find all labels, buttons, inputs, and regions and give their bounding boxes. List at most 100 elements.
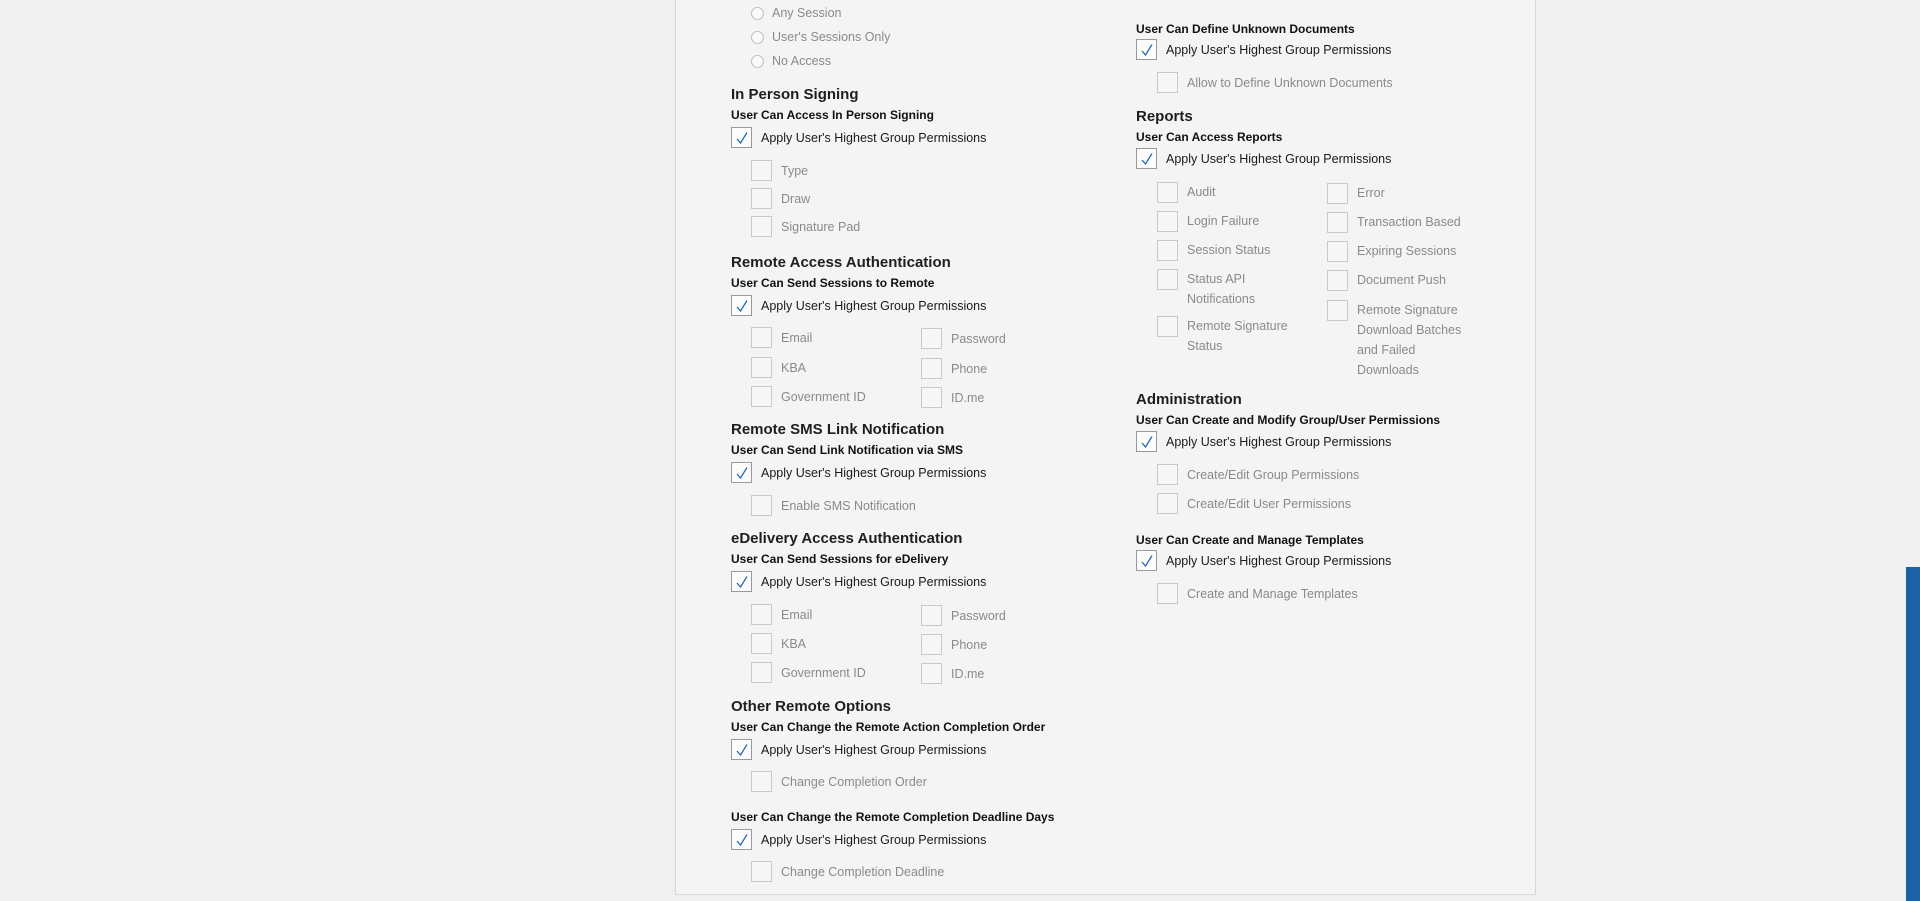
checkbox-edelivery-idme[interactable]: ID.me xyxy=(921,663,984,684)
checkbox-report-expiring-sessions[interactable]: Expiring Sessions xyxy=(1327,241,1477,262)
checkbox[interactable] xyxy=(1327,300,1348,321)
checkbox[interactable] xyxy=(1327,212,1348,233)
apply-highest-completion-deadline[interactable]: Apply User's Highest Group Permissions xyxy=(731,829,986,850)
checkbox[interactable] xyxy=(1136,148,1157,169)
checkbox[interactable] xyxy=(751,160,772,181)
checkbox-type[interactable]: Type xyxy=(751,160,808,181)
radio-users-sessions-only[interactable]: User's Sessions Only xyxy=(751,30,890,44)
checkbox[interactable] xyxy=(751,188,772,209)
checkbox-signature-pad[interactable]: Signature Pad xyxy=(751,216,860,237)
checkbox-allow-unknown-docs[interactable]: Allow to Define Unknown Documents xyxy=(1157,72,1393,93)
apply-highest-administration[interactable]: Apply User's Highest Group Permissions xyxy=(1136,431,1391,452)
checkbox-edit-group-permissions[interactable]: Create/Edit Group Permissions xyxy=(1157,464,1359,485)
checkbox[interactable] xyxy=(1136,550,1157,571)
checkbox-edelivery-phone[interactable]: Phone xyxy=(921,634,987,655)
checkbox-enable-sms[interactable]: Enable SMS Notification xyxy=(751,495,916,516)
checkbox[interactable] xyxy=(1327,270,1348,291)
checkbox-report-error[interactable]: Error xyxy=(1327,183,1477,204)
checkbox[interactable] xyxy=(1136,39,1157,60)
apply-highest-in-person[interactable]: Apply User's Highest Group Permissions xyxy=(731,127,986,148)
checkbox-label: Status API Notifications xyxy=(1187,272,1256,306)
checkbox[interactable] xyxy=(751,357,772,378)
checkbox[interactable] xyxy=(751,216,772,237)
checkbox-report-transaction-based[interactable]: Transaction Based xyxy=(1327,212,1477,233)
checkbox[interactable] xyxy=(921,663,942,684)
radio-button[interactable] xyxy=(751,30,764,44)
checkbox[interactable] xyxy=(731,127,752,148)
checkbox-edelivery-government-id[interactable]: Government ID xyxy=(751,662,866,683)
checkbox-remote-phone[interactable]: Phone xyxy=(921,358,987,379)
checkbox-report-remote-signature-status[interactable]: Remote Signature Status xyxy=(1157,316,1297,356)
checkbox-report-login-failure[interactable]: Login Failure xyxy=(1157,211,1307,232)
apply-highest-remote-auth[interactable]: Apply User's Highest Group Permissions xyxy=(731,295,986,316)
checkbox[interactable] xyxy=(1157,72,1178,93)
checkbox[interactable] xyxy=(1157,493,1178,514)
checkbox-draw[interactable]: Draw xyxy=(751,188,810,209)
checkbox[interactable] xyxy=(751,604,772,625)
checkbox[interactable] xyxy=(731,462,752,483)
checkbox[interactable] xyxy=(1157,583,1178,604)
checkbox-report-audit[interactable]: Audit xyxy=(1157,182,1307,203)
checkbox[interactable] xyxy=(921,605,942,626)
checkbox-label: Signature Pad xyxy=(781,219,861,234)
checkbox[interactable] xyxy=(751,386,772,407)
checkbox[interactable] xyxy=(1157,240,1178,261)
checkbox[interactable] xyxy=(1327,183,1348,204)
checkbox[interactable] xyxy=(751,861,772,882)
checkbox[interactable] xyxy=(731,739,752,760)
checkbox-label: Remote Signature Download Batches and Fa… xyxy=(1357,303,1462,377)
checkbox[interactable] xyxy=(921,358,942,379)
checkbox-edelivery-email[interactable]: Email xyxy=(751,604,812,625)
apply-highest-unknown-docs[interactable]: Apply User's Highest Group Permissions xyxy=(1136,39,1391,60)
apply-highest-sms[interactable]: Apply User's Highest Group Permissions xyxy=(731,462,986,483)
checkbox[interactable] xyxy=(921,328,942,349)
checkbox[interactable] xyxy=(751,495,772,516)
apply-highest-reports[interactable]: Apply User's Highest Group Permissions xyxy=(1136,148,1391,169)
checkbox-report-remote-signature-download[interactable]: Remote Signature Download Batches and Fa… xyxy=(1327,300,1477,380)
apply-highest-completion-order[interactable]: Apply User's Highest Group Permissions xyxy=(731,739,986,760)
checkbox[interactable] xyxy=(1157,182,1178,203)
checkbox[interactable] xyxy=(731,829,752,850)
checkbox[interactable] xyxy=(1157,269,1178,290)
checkbox-report-session-status[interactable]: Session Status xyxy=(1157,240,1307,261)
checkbox[interactable] xyxy=(921,634,942,655)
checkbox[interactable] xyxy=(731,295,752,316)
checkbox[interactable] xyxy=(1136,431,1157,452)
checkbox[interactable] xyxy=(751,327,772,348)
radio-any-session[interactable]: Any Session xyxy=(751,6,841,20)
checkbox-edelivery-password[interactable]: Password xyxy=(921,605,1006,626)
checkbox[interactable] xyxy=(731,571,752,592)
checkbox-edit-user-permissions[interactable]: Create/Edit User Permissions xyxy=(1157,493,1351,514)
checkbox[interactable] xyxy=(1157,464,1178,485)
checkbox[interactable] xyxy=(1327,241,1348,262)
subtitle-modify-permissions: User Can Create and Modify Group/User Pe… xyxy=(1136,413,1441,427)
radio-label: Any Session xyxy=(772,6,842,20)
checkbox[interactable] xyxy=(751,633,772,654)
checkbox-create-manage-templates[interactable]: Create and Manage Templates xyxy=(1157,583,1358,604)
checkbox-remote-password[interactable]: Password xyxy=(921,328,1006,349)
checkbox-remote-idme[interactable]: ID.me xyxy=(921,387,984,408)
checkbox-change-completion-order[interactable]: Change Completion Order xyxy=(751,771,927,792)
apply-highest-templates[interactable]: Apply User's Highest Group Permissions xyxy=(1136,550,1391,571)
radio-button[interactable] xyxy=(751,54,764,68)
checkbox-change-completion-deadline[interactable]: Change Completion Deadline xyxy=(751,861,944,882)
checkbox-remote-email[interactable]: Email xyxy=(751,327,812,348)
subtitle-edelivery: User Can Send Sessions for eDelivery xyxy=(731,552,949,566)
checkbox-edelivery-kba[interactable]: KBA xyxy=(751,633,806,654)
checkbox-report-document-push[interactable]: Document Push xyxy=(1327,270,1477,291)
checkbox[interactable] xyxy=(751,662,772,683)
checkbox-remote-government-id[interactable]: Government ID xyxy=(751,386,866,407)
checkbox[interactable] xyxy=(1157,316,1178,337)
checkbox-label: Create and Manage Templates xyxy=(1187,586,1358,601)
checkbox-label: Email xyxy=(781,607,813,622)
checkbox[interactable] xyxy=(1157,211,1178,232)
scrollbar-thumb[interactable] xyxy=(1906,567,1920,901)
checkbox[interactable] xyxy=(921,387,942,408)
checkbox[interactable] xyxy=(751,771,772,792)
section-title-remote-access-auth: Remote Access Authentication xyxy=(731,254,951,271)
radio-button[interactable] xyxy=(751,6,764,20)
checkbox-report-status-api[interactable]: Status API Notifications xyxy=(1157,269,1297,309)
apply-highest-edelivery[interactable]: Apply User's Highest Group Permissions xyxy=(731,571,986,592)
radio-no-access[interactable]: No Access xyxy=(751,54,831,68)
checkbox-remote-kba[interactable]: KBA xyxy=(751,357,806,378)
